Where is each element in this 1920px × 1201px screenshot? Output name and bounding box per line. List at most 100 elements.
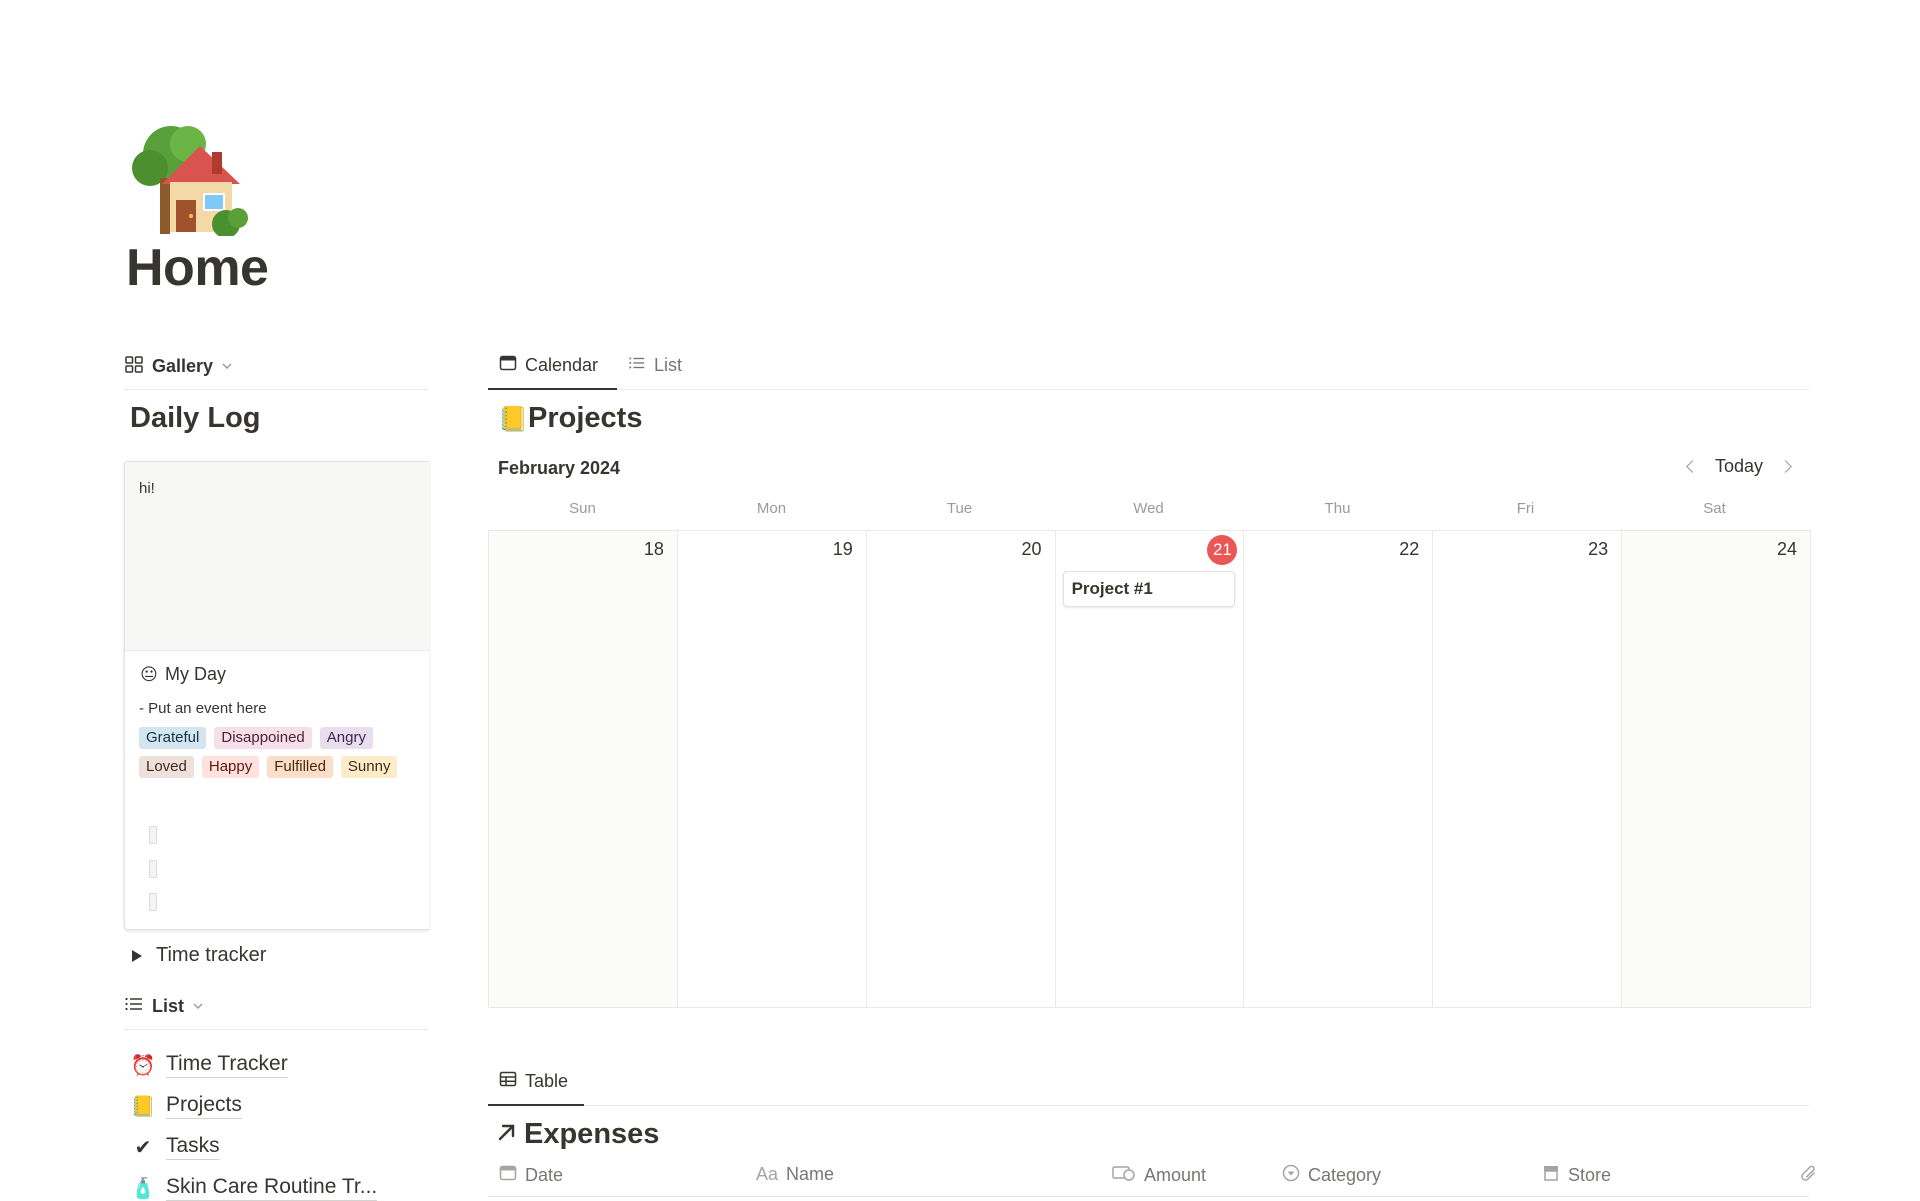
column-header-name[interactable]: Aa Name: [756, 1164, 834, 1185]
tab-list-label: List: [654, 355, 683, 375]
calendar-day-cell[interactable]: 23: [1433, 531, 1623, 1007]
active-tab-indicator: [488, 1104, 584, 1106]
tag-grateful: Grateful: [139, 727, 207, 749]
divider: [488, 1105, 1809, 1106]
divider: [488, 1196, 1809, 1197]
calendar-nav: Today: [1686, 456, 1792, 477]
tag-loved: Loved: [139, 756, 194, 778]
day-number: 18: [643, 539, 664, 559]
divider: [488, 389, 1809, 390]
select-icon: [1282, 1164, 1300, 1187]
chevron-down-icon: [192, 996, 204, 1017]
tab-calendar[interactable]: Calendar: [499, 354, 598, 377]
card-title-text: My Day: [165, 664, 227, 684]
calendar-day-cell[interactable]: 18: [489, 531, 678, 1007]
tag-happy: Happy: [201, 756, 260, 778]
page-title: Home: [126, 239, 269, 297]
gallery-card[interactable]: hi! 😐 My Day - Put an event here Gratefu…: [124, 461, 429, 930]
gallery-view-switcher[interactable]: Gallery: [124, 354, 233, 379]
chevron-left-icon[interactable]: [1686, 460, 1699, 473]
tab-table[interactable]: Table: [499, 1070, 568, 1093]
house-with-tree-icon: [126, 120, 250, 238]
calendar-day-cell-today[interactable]: 21 Project #1: [1056, 531, 1245, 1007]
column-header-category[interactable]: Category: [1282, 1164, 1381, 1187]
day-number: 23: [1588, 539, 1609, 559]
list-item-time-tracker[interactable]: ⏰ Time Tracker: [130, 1052, 288, 1078]
file-icon: [149, 860, 157, 878]
expenses-title-text: Expenses: [524, 1118, 660, 1150]
alarm-clock-icon: ⏰: [130, 1053, 156, 1077]
today-day-number: 21: [1207, 535, 1238, 565]
calendar-day-cell[interactable]: 22: [1244, 531, 1434, 1007]
column-header-date[interactable]: Date: [499, 1164, 563, 1187]
weekday-label: Wed: [1133, 500, 1164, 517]
column-label: Amount: [1144, 1165, 1207, 1185]
card-preview-text: hi!: [139, 480, 155, 497]
event-card[interactable]: Project #1: [1062, 571, 1235, 607]
calendar-day-cell[interactable]: 20: [867, 531, 1056, 1007]
today-button[interactable]: Today: [1715, 456, 1763, 477]
divider: [124, 389, 428, 390]
tag-angry: Angry: [319, 727, 373, 749]
active-tab-indicator: [488, 388, 617, 390]
card-description: - Put an event here: [139, 700, 267, 717]
projects-title[interactable]: 📒 Projects: [498, 402, 642, 435]
lotion-bottle-icon: 🧴: [130, 1176, 156, 1200]
list-view-switcher[interactable]: List: [124, 994, 204, 1019]
daily-log-title[interactable]: Daily Log: [130, 402, 261, 435]
calendar-month: February 2024: [498, 458, 621, 478]
weekday-label: Mon: [756, 500, 787, 517]
weekday-label: Tue: [946, 500, 973, 517]
chevron-right-icon[interactable]: [1779, 460, 1792, 473]
divider: [124, 1029, 428, 1030]
day-number: 24: [1776, 539, 1798, 559]
currency-icon: [1112, 1164, 1136, 1187]
chevron-down-icon: [221, 356, 233, 377]
day-number: 19: [832, 539, 853, 559]
weekday-label: Sun: [569, 500, 596, 517]
calendar-icon: [499, 354, 517, 377]
weekday-label: Sat: [1703, 500, 1726, 517]
list-item-label: Projects: [166, 1093, 242, 1119]
column-header-amount[interactable]: Amount: [1112, 1164, 1206, 1187]
tag-sunny: Sunny: [340, 756, 398, 778]
list-item-tasks[interactable]: ✔ Tasks: [130, 1134, 220, 1160]
calendar-icon: [499, 1164, 517, 1187]
table-icon: [499, 1070, 517, 1093]
check-mark-icon: ✔: [134, 1135, 152, 1159]
file-icon: [149, 893, 157, 911]
weekday-label: Fri: [1516, 500, 1535, 517]
card-title[interactable]: 😐 My Day: [139, 664, 226, 685]
calendar-day-cell[interactable]: 19: [678, 531, 867, 1007]
list-item-projects[interactable]: 📒 Projects: [130, 1093, 242, 1119]
store-icon: [1542, 1164, 1560, 1187]
list-icon: [628, 354, 646, 377]
arrow-up-right-icon: [496, 1121, 518, 1148]
triangle-right-icon[interactable]: [132, 949, 142, 962]
list-icon: [124, 994, 144, 1019]
text-aa-icon: Aa: [756, 1164, 779, 1184]
list-item-skin-care[interactable]: 🧴 Skin Care Routine Tr...: [130, 1175, 378, 1201]
calendar-grid: 18 19 20 21 Project #1 22 23 24: [488, 530, 1811, 1008]
gallery-view-label: Gallery: [152, 356, 214, 376]
tag-fulfilled: Fulfilled: [267, 756, 333, 778]
tab-calendar-label: Calendar: [525, 355, 599, 375]
tab-list[interactable]: List: [628, 354, 682, 377]
mood-tags: Grateful Disappoined Angry Loved Happy F…: [139, 727, 419, 778]
calendar-day-cell[interactable]: 24: [1622, 531, 1811, 1007]
day-number: 20: [1021, 539, 1042, 559]
card-preview: hi!: [125, 462, 429, 651]
column-header-store[interactable]: Store: [1542, 1164, 1611, 1187]
list-item-label: Time Tracker: [166, 1052, 288, 1078]
day-number: 22: [1399, 539, 1420, 559]
projects-title-text: Projects: [528, 402, 643, 434]
column-label: Store: [1568, 1165, 1612, 1185]
list-view-label: List: [152, 996, 185, 1016]
paperclip-icon[interactable]: [1800, 1164, 1818, 1189]
ledger-icon: 📒: [130, 1094, 156, 1118]
column-label: Category: [1308, 1165, 1382, 1185]
expenses-title[interactable]: Expenses: [496, 1118, 659, 1151]
time-tracker-toggle[interactable]: Time tracker: [132, 944, 266, 967]
tag-disappoined: Disappoined: [214, 727, 312, 749]
list-item-label: Skin Care Routine Tr...: [166, 1175, 378, 1201]
